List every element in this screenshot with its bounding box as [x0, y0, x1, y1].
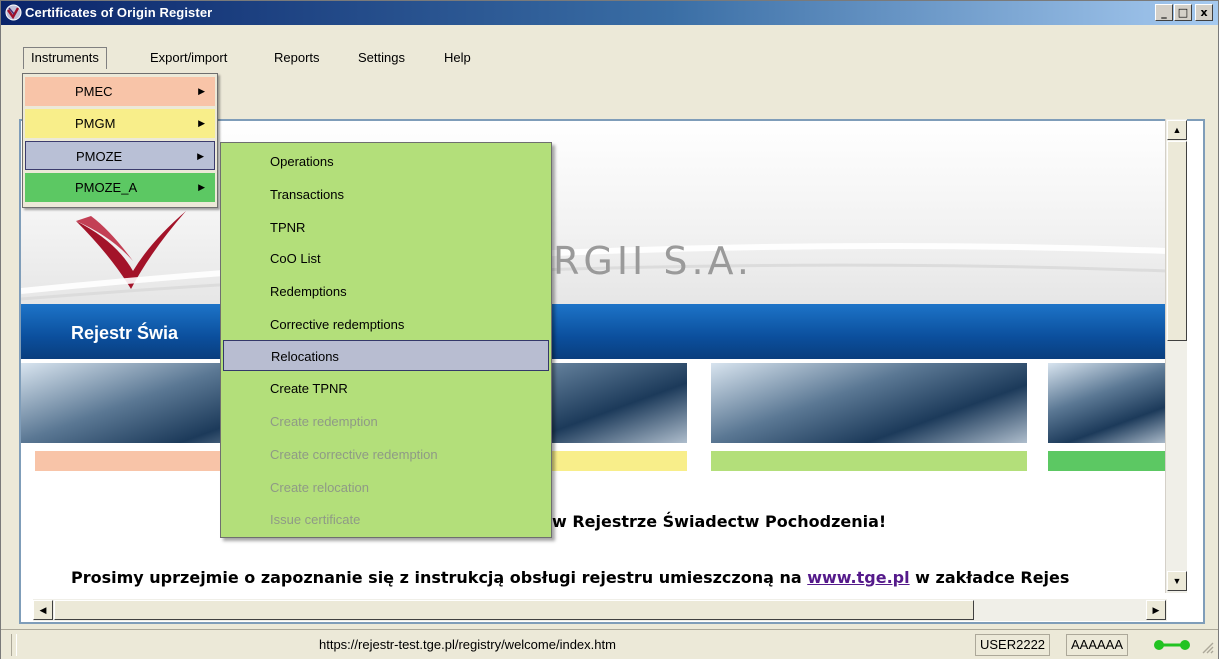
scroll-right-button[interactable]: ▶ [1146, 600, 1166, 620]
instruments-dropdown: PMEC ▶ PMGM ▶ PMOZE ▶ PMOZE_A ▶ [22, 73, 218, 208]
menu-reports[interactable]: Reports [267, 47, 327, 69]
submenu-arrow-icon: ▶ [198, 118, 205, 128]
menu-item-pmoze[interactable]: PMOZE ▶ [25, 141, 215, 170]
status-url: https://rejestr-test.tge.pl/registry/wel… [319, 637, 616, 652]
menu-settings[interactable]: Settings [351, 47, 412, 69]
banner-photo-4 [1048, 363, 1168, 443]
submenu-create-corrective-redemption: Create corrective redemption [270, 447, 438, 462]
submenu-coo-list[interactable]: CoO List [223, 243, 549, 274]
resize-grip-icon[interactable] [1200, 640, 1214, 654]
submenu-arrow-icon: ▶ [198, 86, 205, 96]
menu-item-pmoze-a-label: PMOZE_A [75, 180, 138, 195]
info-message: Prosimy uprzejmie o zapoznanie się z ins… [71, 568, 1069, 587]
submenu-relocations[interactable]: Relocations [223, 340, 549, 371]
submenu-tpnr[interactable]: TPNR [223, 212, 549, 243]
app-window: Certificates of Origin Register _ □ x In… [0, 0, 1219, 659]
vertical-scrollbar[interactable]: ▲ ▼ [1165, 119, 1187, 593]
menu-item-pmec[interactable]: PMEC ▶ [25, 77, 215, 106]
menu-instruments[interactable]: Instruments [23, 47, 107, 69]
info-suffix: w zakładce Rejes [909, 568, 1070, 587]
menu-bar: Instruments Export/import Reports Settin… [1, 25, 1218, 73]
menu-item-pmoze-label: PMOZE [76, 149, 123, 164]
submenu-create-tpnr[interactable]: Create TPNR [223, 373, 549, 404]
tge-link[interactable]: www.tge.pl [807, 568, 909, 587]
menu-help[interactable]: Help [437, 47, 478, 69]
submenu-arrow-icon: ▶ [198, 182, 205, 192]
pmoze-submenu: Operations Transactions TPNR CoO List Re… [220, 142, 552, 538]
connection-status-icon [1154, 640, 1190, 650]
welcome-message: w Rejestrze Świadectw Pochodzenia! [552, 512, 887, 531]
minimize-button[interactable]: _ [1155, 4, 1173, 21]
stripe-pmoze-a [1048, 451, 1168, 471]
info-prefix: Prosimy uprzejmie o zapoznanie się z ins… [71, 568, 808, 587]
status-bar: https://rejestr-test.tge.pl/registry/wel… [1, 629, 1218, 659]
title-bar[interactable]: Certificates of Origin Register _ □ x [1, 1, 1218, 25]
horizontal-scroll-thumb[interactable] [54, 600, 974, 620]
submenu-transactions[interactable]: Transactions [223, 179, 549, 210]
company-name-fragment: RGII S.A. [553, 239, 753, 283]
menu-export-import[interactable]: Export/import [143, 47, 234, 69]
submenu-corrective-redemptions[interactable]: Corrective redemptions [223, 309, 549, 340]
close-button[interactable]: x [1195, 4, 1213, 21]
maximize-button[interactable]: □ [1174, 4, 1192, 21]
scroll-down-button[interactable]: ▼ [1167, 571, 1187, 591]
blue-title-band [21, 304, 1167, 359]
submenu-arrow-icon: ▶ [197, 151, 204, 161]
horizontal-scrollbar[interactable]: ◀ ▶ [33, 599, 1167, 621]
register-title-fragment: Rejestr Świa [71, 323, 179, 343]
stripe-pmoze [711, 451, 1027, 471]
submenu-issue-certificate: Issue certificate [270, 512, 361, 527]
banner-photo-3 [711, 363, 1027, 443]
menu-item-pmgm[interactable]: PMGM ▶ [25, 109, 215, 138]
window-title: Certificates of Origin Register [25, 5, 213, 20]
scroll-up-button[interactable]: ▲ [1167, 120, 1187, 140]
status-account: AAAAAA [1066, 634, 1129, 656]
menu-item-pmgm-label: PMGM [75, 116, 116, 131]
submenu-redemptions[interactable]: Redemptions [223, 276, 549, 307]
scroll-left-button[interactable]: ◀ [33, 600, 53, 620]
status-user: USER2222 [975, 634, 1051, 656]
status-grip [11, 634, 17, 656]
submenu-operations[interactable]: Operations [223, 146, 549, 177]
submenu-create-redemption: Create redemption [270, 414, 378, 429]
app-logo-icon [5, 4, 22, 21]
submenu-create-relocation: Create relocation [270, 480, 369, 495]
menu-item-pmoze-a[interactable]: PMOZE_A ▶ [25, 173, 215, 202]
menu-item-pmec-label: PMEC [75, 84, 113, 99]
vertical-scroll-thumb[interactable] [1167, 141, 1187, 341]
